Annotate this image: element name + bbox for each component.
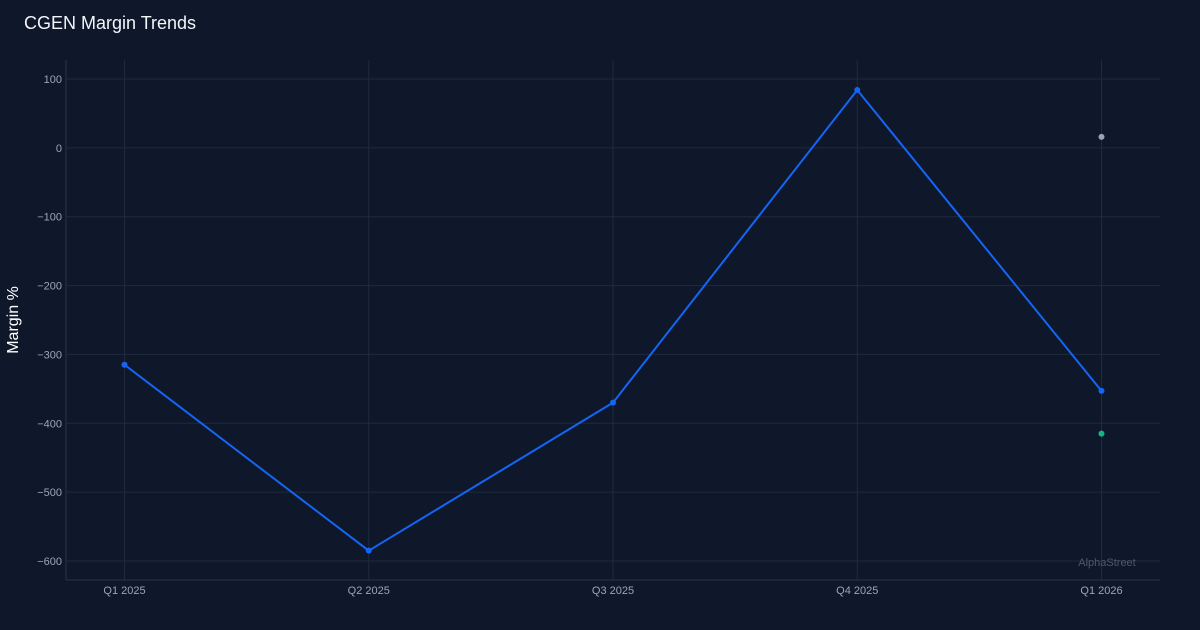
extra-point (1098, 133, 1105, 140)
grid-lines (66, 60, 1160, 580)
extra-point (1098, 430, 1105, 437)
y-tick-label: −100 (37, 212, 62, 224)
series-point (1098, 387, 1105, 394)
y-tick-label: −600 (37, 556, 62, 568)
series-point (365, 547, 372, 554)
watermark: AlphaStreet (1078, 557, 1135, 569)
chart-card: CGEN Margin Trends 100 0 −100 −200 −300 −400−… (0, 0, 1200, 630)
x-tick-label: Q1 2025 (103, 585, 145, 597)
y-tick-label: −500 (37, 487, 62, 499)
line-chart: 100 0 −100 −200 −300 −400 −500 −600 Q1 2025 Q2 2… (5, 60, 1160, 597)
series-point (610, 399, 616, 406)
x-tick-labels: Q1 2025 Q2 2025 Q3 2025 Q4 2025 Q1 2026 (103, 585, 1122, 597)
y-tick-label: −200 (37, 281, 62, 293)
y-tick-label: 0 (56, 143, 62, 155)
y-axis-label: Margin % (5, 286, 22, 354)
x-tick-label: Q2 2025 (348, 585, 390, 597)
y-tick-labels: 100 0 −100 −200 −300 −400 −500 −600 (37, 74, 62, 568)
x-tick-label: Q3 2025 (592, 585, 634, 597)
series-point (854, 87, 861, 94)
series-point (121, 361, 128, 368)
y-tick-label: 100 (44, 74, 62, 86)
x-tick-label: Q4 2025 (836, 585, 878, 597)
y-tick-label: −300 (37, 349, 62, 361)
y-tick-label: −400 (37, 418, 62, 430)
x-tick-label: Q1 2026 (1080, 585, 1122, 597)
